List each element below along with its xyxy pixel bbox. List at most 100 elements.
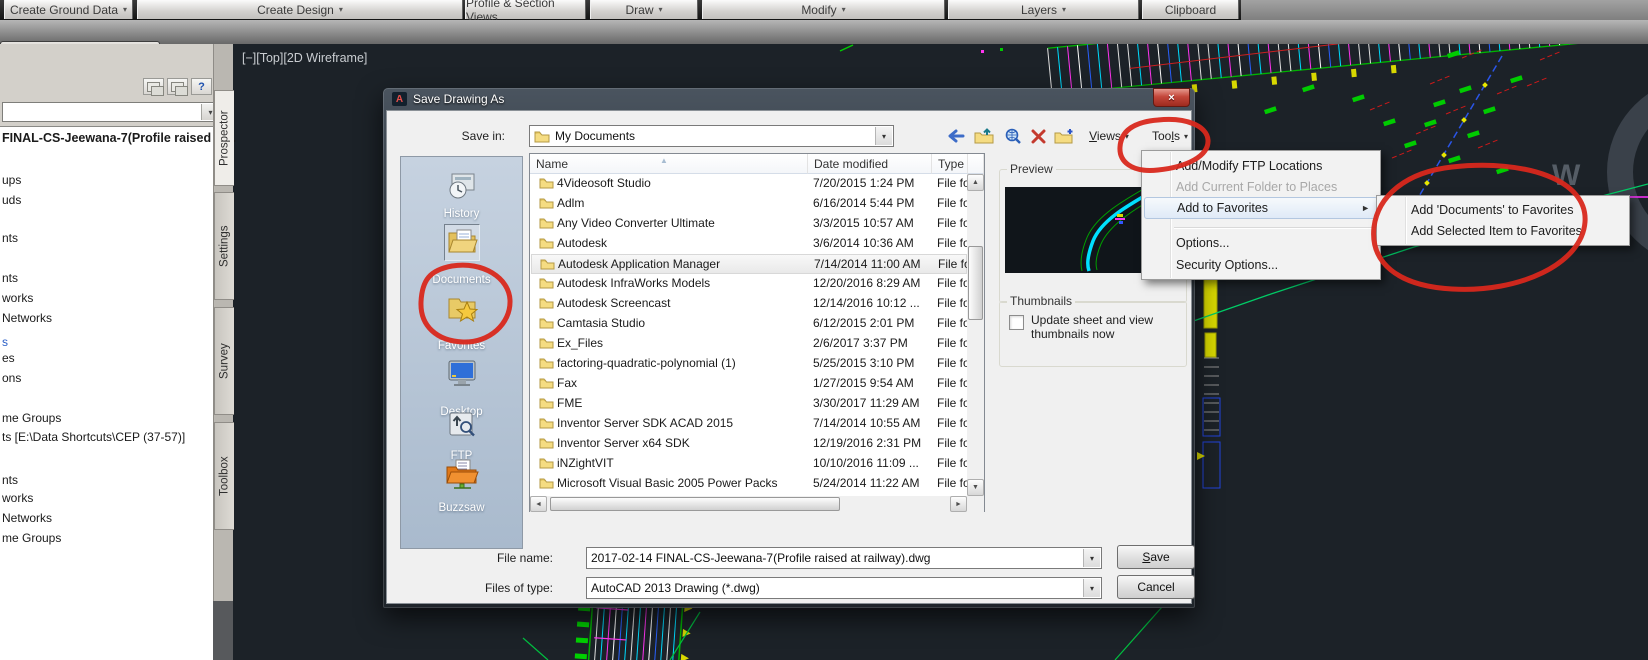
tree-root-item[interactable]: FINAL-CS-Jeewana-7(Profile raised at... xyxy=(2,131,236,147)
menu-item-add-to-favorites[interactable]: Add to Favorites ► xyxy=(1144,197,1378,219)
file-row[interactable]: factoring-quadratic-polynomial (1) 5/25/2… xyxy=(531,354,967,374)
file-row[interactable]: Autodesk InfraWorks Models 12/20/2016 8:2… xyxy=(531,274,967,294)
tools-dropdown[interactable]: Tools ▾ xyxy=(1143,125,1197,147)
file-row-type: File fol xyxy=(937,376,967,390)
tree-item[interactable]: works xyxy=(2,291,33,307)
search-icon xyxy=(1005,128,1021,144)
new-folder-button[interactable] xyxy=(1051,125,1077,147)
place-item-desktop[interactable]: Desktop xyxy=(401,358,522,418)
toolspace-tab-survey[interactable]: Survey xyxy=(214,307,234,415)
tree-item[interactable]: ons xyxy=(2,371,21,387)
tree-item[interactable]: me Groups xyxy=(2,411,61,427)
file-row[interactable]: Inventor Server x64 SDK 12/19/2016 2:31 P… xyxy=(531,434,967,454)
save-button[interactable]: Save xyxy=(1117,545,1195,569)
search-web-button[interactable] xyxy=(1001,125,1025,147)
file-row[interactable]: Autodesk 3/6/2014 10:36 AM File fol xyxy=(531,234,967,254)
file-row[interactable]: Fax 1/27/2015 9:54 AM File fol xyxy=(531,374,967,394)
file-row[interactable]: Microsoft Visual Basic 2005 Power Packs 5… xyxy=(531,474,967,494)
chevron-down-icon: ▾ xyxy=(123,5,128,14)
tree-item[interactable]: uds xyxy=(2,193,21,209)
submenu-item-add-selected[interactable]: Add Selected Item to Favorites xyxy=(1379,221,1627,241)
scroll-right-button[interactable]: ► xyxy=(950,496,967,512)
views-dropdown[interactable]: Views ▾ xyxy=(1081,125,1137,147)
file-row-date: 6/12/2015 2:01 PM xyxy=(813,316,915,330)
ribbon-panel-create-ground-data[interactable]: Create Ground Data ▾ xyxy=(4,0,133,19)
menu-item-add-modify-ftp-locations[interactable]: Add/Modify FTP Locations xyxy=(1144,156,1378,176)
tree-item[interactable]: Networks xyxy=(2,311,52,327)
update-thumbnails-checkbox[interactable] xyxy=(1009,315,1024,330)
column-header-type[interactable]: Type xyxy=(932,154,968,174)
menu-item-add-current-folder-to-places[interactable]: Add Current Folder to Places xyxy=(1144,177,1378,197)
preview-image xyxy=(1005,186,1161,273)
chevron-down-icon[interactable]: ▾ xyxy=(1083,549,1100,567)
toolspace-tab-prospector[interactable]: Prospector xyxy=(214,90,234,186)
back-button[interactable] xyxy=(943,125,967,147)
place-label: Buzzsaw xyxy=(438,502,485,514)
place-item-history[interactable]: History xyxy=(401,170,522,220)
ribbon-panel-create-design[interactable]: Create Design ▾ xyxy=(137,0,463,19)
toolspace-help-button[interactable]: ? xyxy=(191,78,212,95)
place-item-ftp[interactable]: FTP xyxy=(401,410,522,462)
file-row[interactable]: Autodesk Application Manager 7/14/2014 11… xyxy=(531,254,968,274)
tree-item[interactable]: Networks xyxy=(2,511,52,527)
back-arrow-icon xyxy=(948,129,965,143)
file-row[interactable]: FME 3/30/2017 11:29 AM File fol xyxy=(531,394,967,414)
file-row[interactable]: Adlm 6/16/2014 5:44 PM File fol xyxy=(531,194,967,214)
toolspace-tab-settings[interactable]: Settings xyxy=(214,192,234,300)
place-item-documents[interactable]: Documents xyxy=(401,224,522,286)
column-header-date[interactable]: Date modified xyxy=(808,154,932,174)
scroll-left-button[interactable]: ◄ xyxy=(530,496,547,512)
vertical-scroll-thumb[interactable] xyxy=(968,246,983,320)
file-name-input[interactable]: 2017-02-14 FINAL-CS-Jeewana-7(Profile ra… xyxy=(586,547,1102,569)
up-one-level-button[interactable] xyxy=(971,125,997,147)
toolspace-list-icon[interactable] xyxy=(167,78,188,96)
submenu-item-add-documents[interactable]: Add 'Documents' to Favorites xyxy=(1379,200,1627,220)
dialog-close-button[interactable]: × xyxy=(1153,88,1190,107)
file-row[interactable]: 4Videosoft Studio 7/20/2015 1:24 PM File f… xyxy=(531,174,967,194)
viewport-label[interactable]: [−][Top][2D Wireframe] xyxy=(242,51,367,65)
file-row[interactable]: Autodesk Screencast 12/14/2016 10:12 ... F… xyxy=(531,294,967,314)
tree-item[interactable]: nts xyxy=(2,271,18,287)
place-item-buzzsaw[interactable]: Buzzsaw xyxy=(401,458,522,514)
file-row[interactable]: Camtasia Studio 6/12/2015 2:01 PM File fol xyxy=(531,314,967,334)
tree-item[interactable]: nts xyxy=(2,231,18,247)
toolspace-tab-toolbox[interactable]: Toolbox xyxy=(214,422,234,530)
column-header-name[interactable]: Name xyxy=(530,154,808,174)
documents-icon xyxy=(443,224,480,261)
file-row[interactable]: Inventor Server SDK ACAD 2015 7/14/2014 1… xyxy=(531,414,967,434)
chevron-down-icon[interactable]: ▾ xyxy=(1083,579,1100,597)
tree-item[interactable]: nts xyxy=(2,473,18,489)
chevron-down-icon[interactable]: ▾ xyxy=(875,127,892,145)
menu-item-options-[interactable]: Options... xyxy=(1144,233,1378,253)
menu-item-security-options-[interactable]: Security Options... xyxy=(1144,255,1378,275)
tree-item[interactable]: me Groups xyxy=(2,531,61,547)
tree-item[interactable]: works xyxy=(2,491,33,507)
save-in-combo[interactable]: My Documents ▾ xyxy=(529,125,894,147)
tree-item[interactable]: es xyxy=(2,351,15,367)
delete-button[interactable] xyxy=(1028,125,1048,147)
preview-group-label: Preview xyxy=(1007,162,1056,176)
drawing-selector-combo[interactable]: ▾ xyxy=(2,102,221,122)
tree-item[interactable]: s xyxy=(2,335,8,351)
place-item-favorites[interactable]: Favorites xyxy=(401,292,522,352)
horizontal-scroll-thumb[interactable] xyxy=(550,497,840,511)
ribbon-panel-profile-section-views[interactable]: Profile & Section Views xyxy=(465,0,586,24)
viewcube-west-label[interactable]: W xyxy=(1552,159,1581,192)
tree-item[interactable]: ts [E:\Data Shortcuts\CEP (37-57)] xyxy=(2,430,185,446)
ribbon-panel-layers[interactable]: Layers ▾ xyxy=(948,0,1139,19)
horizontal-scrollbar[interactable]: ◄ ► xyxy=(530,496,967,512)
tree-item[interactable]: ups xyxy=(2,173,21,189)
files-of-type-select[interactable]: AutoCAD 2013 Drawing (*.dwg) ▾ xyxy=(586,577,1102,599)
file-row[interactable]: Any Video Converter Ultimate 3/3/2015 10:… xyxy=(531,214,967,234)
scroll-up-button[interactable]: ▲ xyxy=(967,174,984,191)
file-row-type: File fol xyxy=(937,176,967,190)
ribbon-panel-draw[interactable]: Draw ▾ xyxy=(590,0,698,19)
ribbon-panel-modify[interactable]: Modify ▾ xyxy=(702,0,945,19)
scroll-down-button[interactable]: ▼ xyxy=(967,479,984,496)
file-row[interactable]: iNZightVIT 10/10/2016 11:09 ... File fol xyxy=(531,454,967,474)
cancel-button[interactable]: Cancel xyxy=(1117,575,1195,599)
toolspace-panels-icon[interactable] xyxy=(143,78,164,96)
ribbon-panel-clipboard[interactable]: Clipboard xyxy=(1142,0,1239,19)
vertical-scrollbar[interactable]: ▲ ▼ xyxy=(967,174,984,496)
file-row[interactable]: Ex_Files 2/6/2017 3:37 PM File fol xyxy=(531,334,967,354)
